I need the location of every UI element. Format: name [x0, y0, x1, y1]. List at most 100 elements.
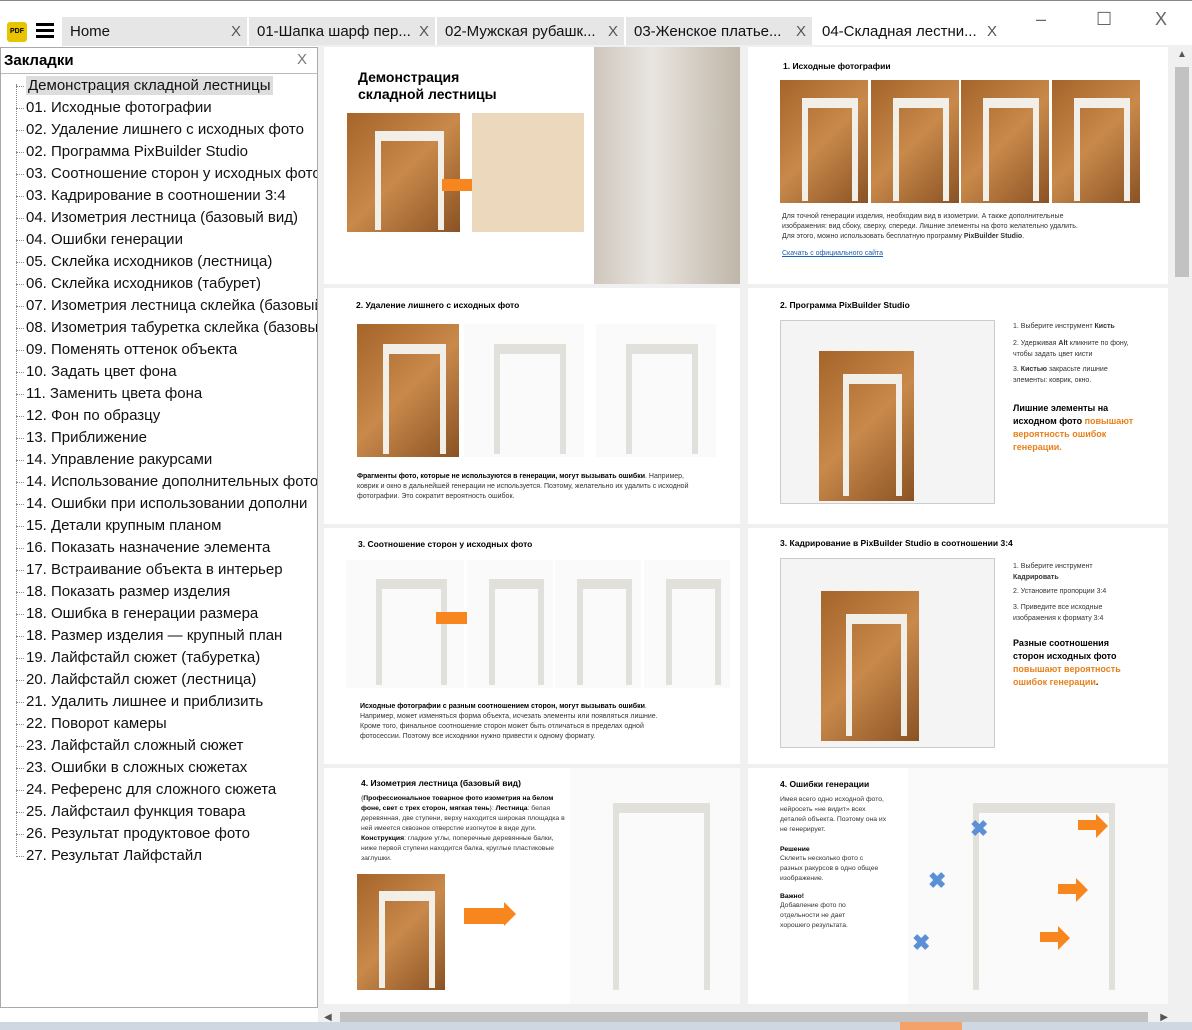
bookmark-label: 10. Задать цвет фона	[26, 363, 177, 380]
stool-photo	[467, 560, 553, 688]
step-1: 1. Выберите инструмент Кисть	[1013, 323, 1115, 330]
bookmark-label: 26. Результат продуктовое фото	[26, 825, 250, 842]
bookmark-label: 14. Управление ракурсами	[26, 451, 213, 468]
bookmark-item[interactable]: 23. Лайфстайл сложный сюжет	[1, 735, 317, 757]
stool-photo	[555, 560, 641, 688]
close-tab-icon[interactable]: X	[231, 17, 241, 46]
page-remove-extra: 2. Удаление лишнего с исходных фото Фраг…	[324, 288, 740, 524]
download-link[interactable]: Скачать с официального сайта	[782, 248, 883, 260]
bookmark-label: 24. Референс для сложного сюжета	[26, 781, 277, 798]
bookmark-label: 14. Ошибки при использовании дополни	[26, 495, 308, 512]
arrow-icon	[436, 606, 482, 630]
bookmark-label: 14. Использование дополнительных фото	[26, 473, 317, 490]
bookmark-label: 04. Изометрия лестница (базовый вид)	[26, 209, 298, 226]
source-photo	[961, 80, 1049, 203]
tab-doc-02[interactable]: 02-Мужская рубашк... X	[437, 17, 625, 46]
bookmark-item[interactable]: 17. Встраивание объекта в интерьер	[1, 559, 317, 581]
error-comparison-image	[908, 768, 1168, 1004]
close-bookmarks-icon[interactable]: X	[297, 51, 307, 68]
bookmark-item[interactable]: 15. Детали крупным планом	[1, 515, 317, 537]
step-1: 1. Выберите инструмент Кадрировать	[1013, 563, 1093, 581]
bookmark-item[interactable]: 04. Ошибки генерации	[1, 229, 317, 251]
bookmark-label: 18. Ошибка в генерации размера	[26, 605, 259, 622]
tab-label: Home	[70, 23, 111, 40]
bookmark-item[interactable]: 14. Управление ракурсами	[1, 449, 317, 471]
page-heading: 4. Изометрия лестница (базовый вид)	[361, 778, 521, 788]
page-heading: 3. Кадрирование в PixBuilder Studio в со…	[780, 538, 1013, 548]
bookmark-label: 15. Детали крупным планом	[26, 517, 222, 534]
page-aspect-ratio: 3. Соотношение сторон у исходных фото Ис…	[324, 528, 740, 764]
bookmark-item[interactable]: 10. Задать цвет фона	[1, 361, 317, 383]
minimize-button[interactable]: –	[1036, 9, 1046, 30]
scroll-thumb[interactable]	[1175, 67, 1189, 277]
bookmark-item[interactable]: 16. Показать назначение элемента	[1, 537, 317, 559]
stool-photo	[346, 560, 464, 688]
close-window-button[interactable]: X	[1155, 9, 1167, 30]
bookmark-item[interactable]: 01. Исходные фотографии	[1, 97, 317, 119]
vertical-scrollbar[interactable]: ▲	[1172, 45, 1192, 1008]
bookmark-item[interactable]: 05. Склейка исходников (лестница)	[1, 251, 317, 273]
bookmark-item[interactable]: 27. Результат Лайфстайл	[1, 845, 317, 867]
bookmark-item[interactable]: 14. Использование дополнительных фото	[1, 471, 317, 493]
tab-doc-03[interactable]: 03-Женское платье... X	[626, 17, 813, 46]
tab-doc-04[interactable]: 04-Складная лестни... X	[814, 17, 1004, 46]
bookmark-item[interactable]: 13. Приближение	[1, 427, 317, 449]
description: Исходные фотографии с разным соотношение…	[360, 703, 658, 740]
bookmark-item[interactable]: 04. Изометрия лестница (базовый вид)	[1, 207, 317, 229]
bookmark-item[interactable]: 07. Изометрия лестница склейка (базовый	[1, 295, 317, 317]
stool-render	[472, 113, 584, 232]
bookmark-item[interactable]: 02. Программа PixBuilder Studio	[1, 141, 317, 163]
bookmark-item[interactable]: 06. Склейка исходников (табурет)	[1, 273, 317, 295]
bookmark-item[interactable]: 23. Ошибки в сложных сюжетах	[1, 757, 317, 779]
close-tab-icon[interactable]: X	[796, 17, 806, 46]
maximize-button[interactable]: ☐	[1096, 9, 1112, 30]
hamburger-menu-icon[interactable]	[36, 23, 54, 39]
bookmark-item[interactable]: 26. Результат продуктовое фото	[1, 823, 317, 845]
bookmark-item[interactable]: 18. Ошибка в генерации размера	[1, 603, 317, 625]
bookmark-item[interactable]: 24. Референс для сложного сюжета	[1, 779, 317, 801]
bookmark-label: 27. Результат Лайфстайл	[26, 847, 202, 864]
bookmark-item[interactable]: 19. Лайфстайл сюжет (табуретка)	[1, 647, 317, 669]
bookmark-item[interactable]: 09. Поменять оттенок объекта	[1, 339, 317, 361]
bookmark-item[interactable]: 22. Поворот камеры	[1, 713, 317, 735]
bookmark-item[interactable]: 14. Ошибки при использовании дополни	[1, 493, 317, 515]
stool-photo	[644, 560, 730, 688]
bookmark-label: 18. Размер изделия — крупный план	[26, 627, 283, 644]
arrow-icon	[1078, 814, 1108, 838]
close-tab-icon[interactable]: X	[419, 17, 429, 46]
step-2: 2. Удерживая Alt кликните по фону, чтобы…	[1013, 340, 1129, 358]
bookmark-label: 03. Кадрирование в соотношении 3:4	[26, 187, 286, 204]
close-tab-icon[interactable]: X	[987, 17, 997, 46]
bookmark-item[interactable]: 18. Показать размер изделия	[1, 581, 317, 603]
app-logo: PDF	[7, 22, 27, 42]
bookmark-label: 02. Программа PixBuilder Studio	[26, 143, 249, 160]
bookmark-item[interactable]: 20. Лайфстайл сюжет (лестница)	[1, 669, 317, 691]
description: Фрагменты фото, которые не используются …	[357, 473, 689, 500]
bookmark-item[interactable]: 18. Размер изделия — крупный план	[1, 625, 317, 647]
bookmark-item[interactable]: 12. Фон по образцу	[1, 405, 317, 427]
tab-home[interactable]: Home X	[62, 17, 248, 46]
bookmark-item[interactable]: 03. Кадрирование в соотношении 3:4	[1, 185, 317, 207]
close-tab-icon[interactable]: X	[608, 17, 618, 46]
bookmark-label: 09. Поменять оттенок объекта	[26, 341, 238, 358]
page-pixbuilder: 2. Программа PixBuilder Studio 1. Выбери…	[748, 288, 1168, 524]
tab-label: 02-Мужская рубашк...	[445, 23, 596, 40]
bookmark-item[interactable]: 02. Удаление лишнего с исходных фото	[1, 119, 317, 141]
warning-note: Лишние элементы на исходном фото повышаю…	[1013, 403, 1134, 452]
bookmark-label: 13. Приближение	[26, 429, 147, 446]
arrow-icon	[464, 902, 516, 926]
lifestyle-photo	[594, 47, 740, 284]
source-photo	[357, 874, 445, 990]
bookmark-item[interactable]: 25. Лайфстаил функция товара	[1, 801, 317, 823]
cleaned-photo	[464, 324, 584, 457]
bookmark-label: 23. Лайфстайл сложный сюжет	[26, 737, 244, 754]
warning-note: Разные соотношения сторон исходных фото …	[1013, 638, 1121, 687]
bookmark-item[interactable]: 08. Изометрия табуретка склейка (базовый	[1, 317, 317, 339]
bookmark-item[interactable]: 03. Соотношение сторон у исходных фото	[1, 163, 317, 185]
bookmark-item[interactable]: 21. Удалить лишнее и приблизить	[1, 691, 317, 713]
bookmark-item[interactable]: 11. Заменить цвета фона	[1, 383, 317, 405]
tab-doc-01[interactable]: 01-Шапка шарф пер... X	[249, 17, 436, 46]
cleaned-photo	[596, 324, 716, 457]
bookmark-item[interactable]: Демонстрация складной лестницы	[1, 75, 317, 97]
stool-photo	[347, 113, 460, 232]
